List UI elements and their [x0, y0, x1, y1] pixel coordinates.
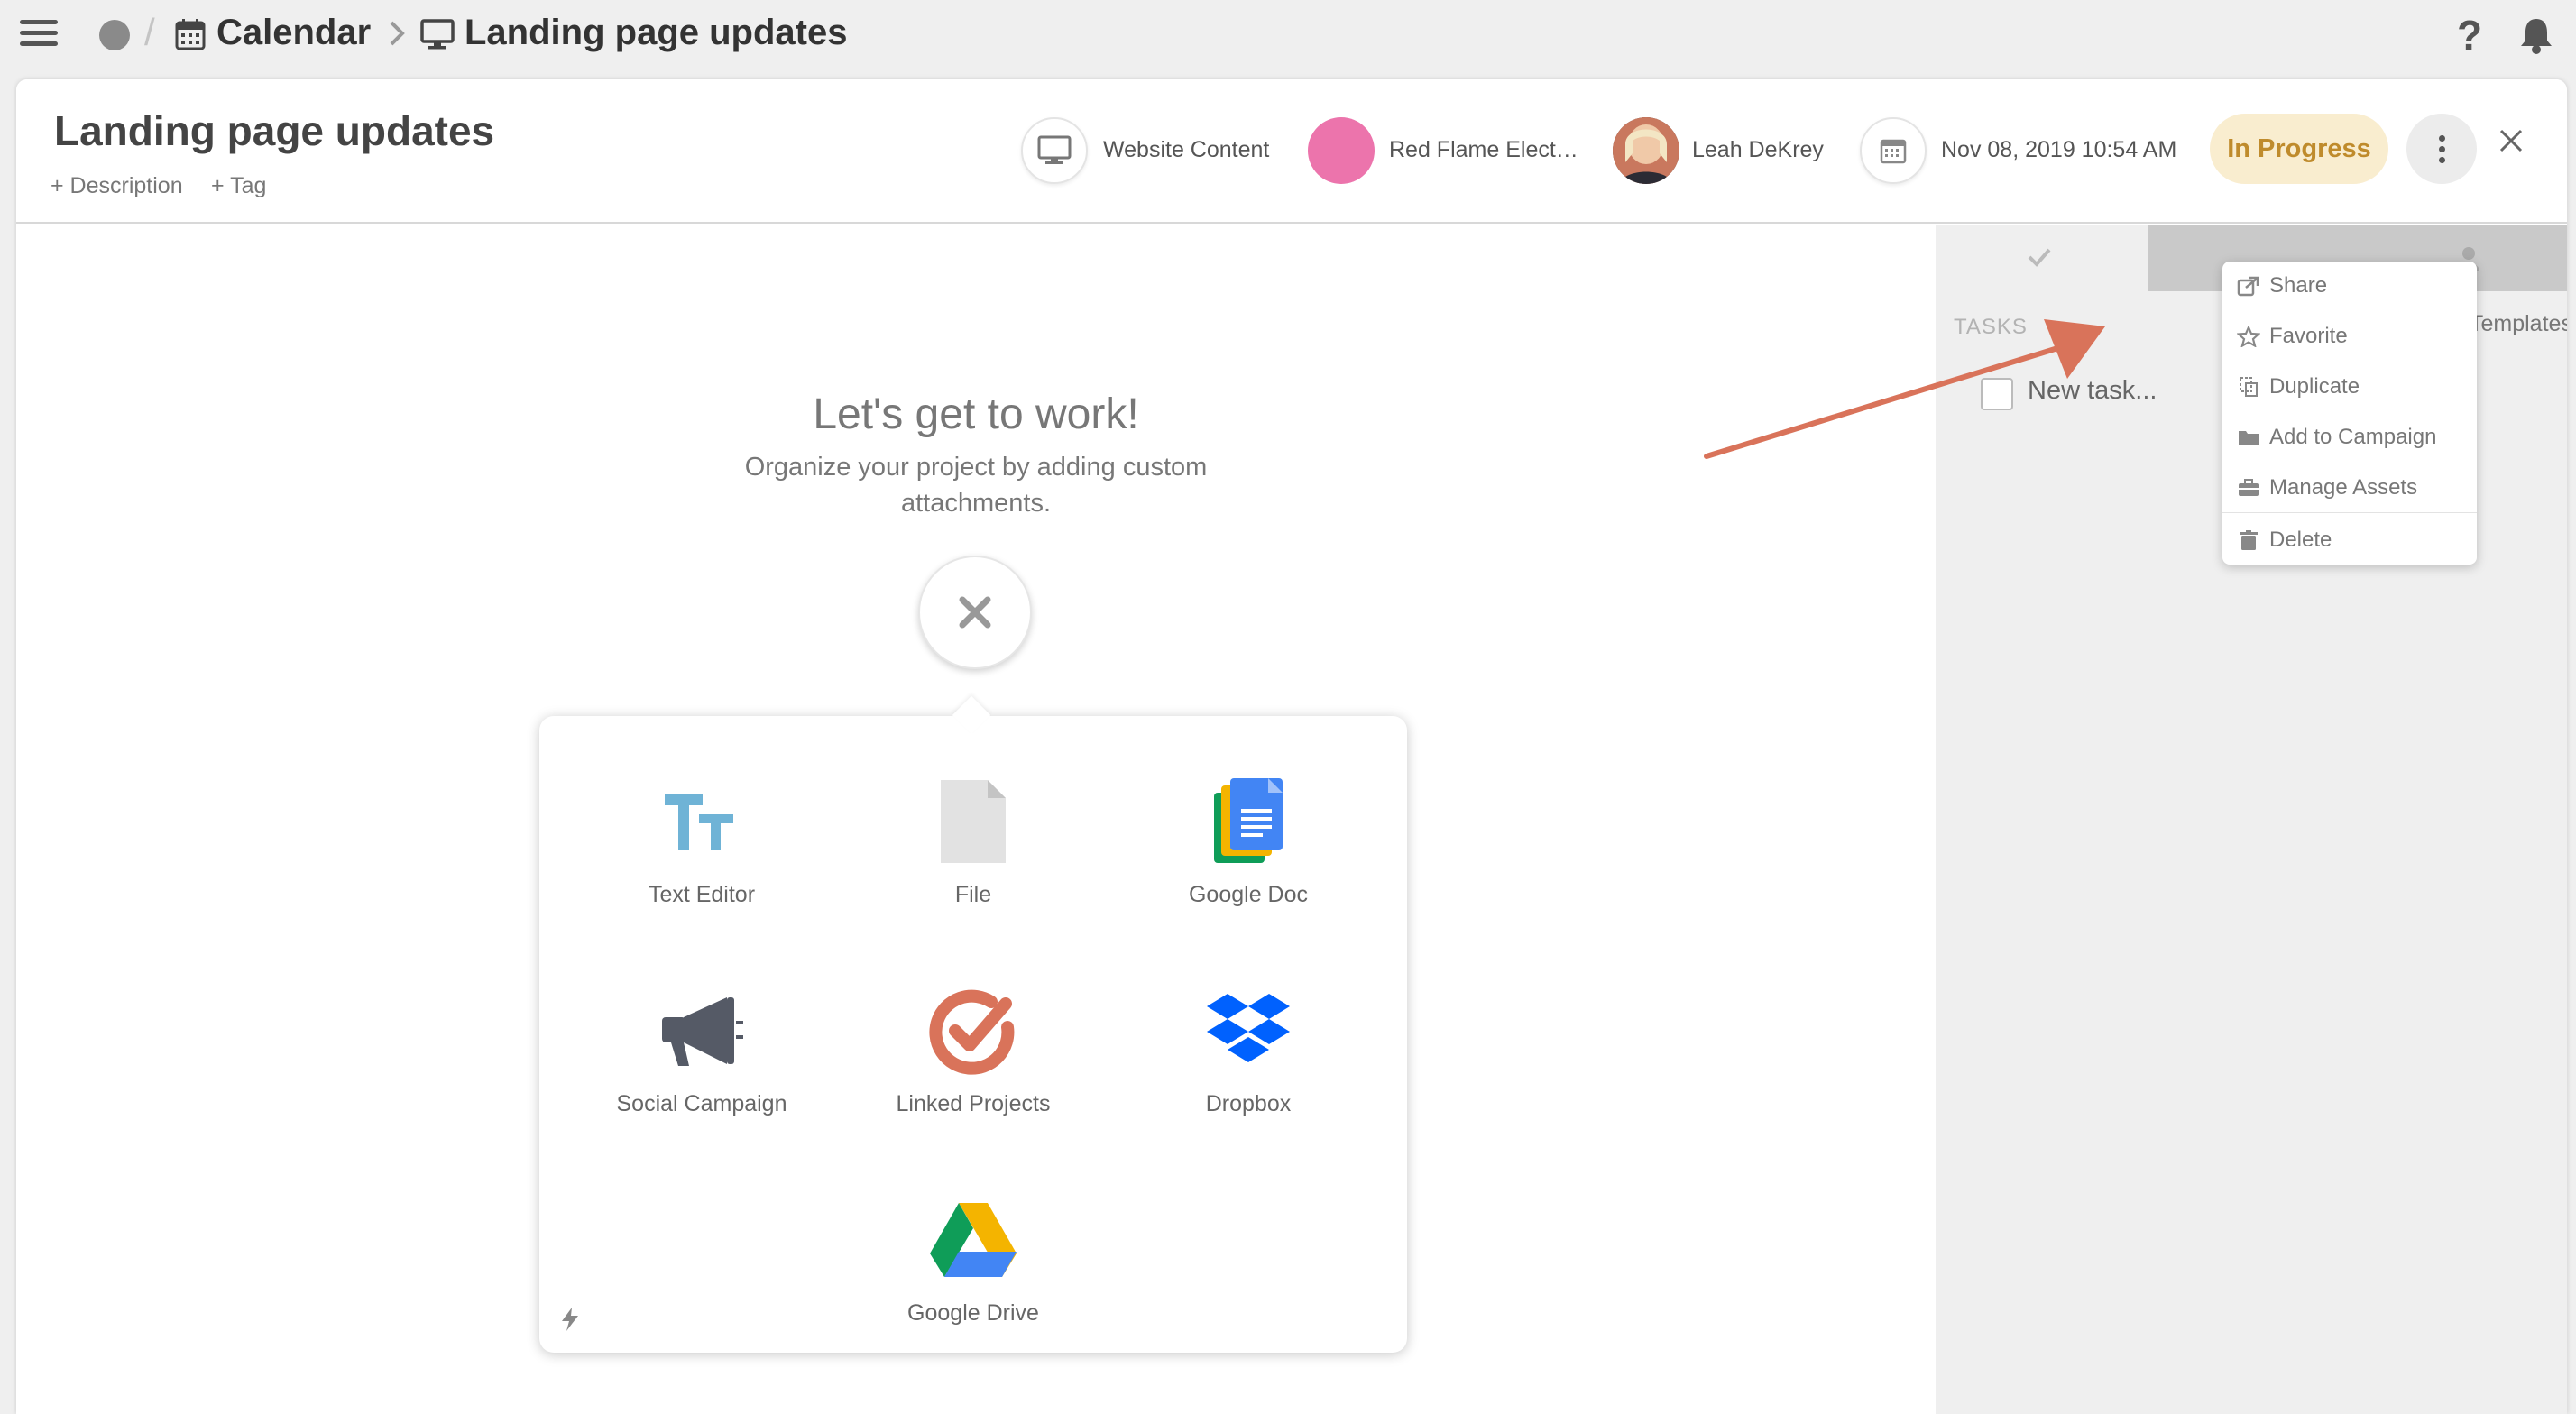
annotation-arrow [1704, 319, 2105, 459]
menu-item-share[interactable]: Share [2222, 262, 2477, 310]
duplicate-icon [2240, 377, 2258, 397]
lightning-icon[interactable] [559, 1306, 581, 1333]
breadcrumb-calendar[interactable]: Calendar [216, 13, 371, 53]
menu-item-add-to-campaign[interactable]: Add to Campaign [2222, 413, 2477, 462]
monitor-icon [1037, 135, 1072, 164]
menu-item-duplicate[interactable]: Duplicate [2222, 363, 2477, 411]
attachment-google-drive[interactable]: Google Drive [838, 1190, 1109, 1327]
help-icon[interactable]: ? [2457, 11, 2482, 60]
client-color-dot[interactable] [1308, 117, 1375, 184]
attachment-text-editor[interactable]: Text Editor [566, 772, 837, 908]
project-options-menu: Share Favorite Duplicate Add to Campaign… [2222, 262, 2477, 565]
status-badge[interactable]: In Progress [2210, 114, 2388, 184]
megaphone-icon [662, 997, 743, 1066]
checklist-icon[interactable] [2026, 244, 2053, 271]
file-icon [941, 780, 1006, 863]
google-drive-icon [930, 1203, 1017, 1277]
due-date-label[interactable]: Nov 08, 2019 10:54 AM [1941, 137, 2176, 163]
chevron-right-icon [390, 21, 405, 46]
templates-link[interactable]: Templates [2470, 311, 2567, 337]
calendar-icon [1880, 139, 1907, 164]
workspace-avatar[interactable] [99, 20, 130, 50]
monitor-icon [420, 19, 455, 50]
top-bar: / Calendar Landing page updates ? [0, 0, 2576, 74]
attachment-social-campaign[interactable]: Social Campaign [566, 981, 837, 1117]
calendar-icon [175, 19, 206, 50]
assignee-avatar[interactable] [1613, 117, 1679, 184]
trash-icon [2240, 530, 2258, 550]
hamburger-menu-icon[interactable] [20, 20, 58, 47]
menu-item-favorite[interactable]: Favorite [2222, 312, 2477, 361]
add-tag-link[interactable]: + Tag [211, 173, 266, 199]
google-doc-icon [1214, 778, 1283, 863]
bell-icon[interactable] [2518, 16, 2554, 54]
linked-projects-icon [929, 989, 1015, 1075]
client-label[interactable]: Red Flame Elect… [1389, 137, 1578, 163]
more-options-icon[interactable] [2406, 114, 2477, 184]
project-header: Landing page updates + Description + Tag… [16, 79, 2567, 224]
attachment-linked-projects[interactable]: Linked Projects [838, 981, 1109, 1117]
star-icon [2237, 326, 2260, 347]
menu-item-delete[interactable]: Delete [2222, 516, 2477, 565]
share-icon [2237, 276, 2259, 297]
dropbox-icon [1207, 994, 1290, 1062]
content-type-label[interactable]: Website Content [1103, 137, 1269, 163]
due-date-button[interactable] [1860, 117, 1927, 184]
assignee-label[interactable]: Leah DeKrey [1692, 137, 1824, 163]
empty-state-subtitle: Organize your project by adding custom a… [744, 453, 1208, 518]
close-icon[interactable] [2498, 128, 2524, 153]
text-editor-icon [665, 794, 733, 850]
menu-item-manage-assets[interactable]: Manage Assets [2222, 464, 2477, 512]
content-type-button[interactable] [1021, 117, 1088, 184]
attachments-popover: Text Editor File Google Doc Social Campa… [539, 716, 1407, 1353]
project-title[interactable]: Landing page updates [54, 106, 494, 155]
breadcrumb-current-page: Landing page updates [465, 13, 848, 52]
attachment-dropbox[interactable]: Dropbox [1113, 981, 1384, 1117]
add-description-link[interactable]: + Description [51, 173, 183, 199]
close-icon [959, 596, 991, 629]
empty-state-title: Let's get to work! [813, 390, 1139, 438]
menu-divider [2222, 512, 2477, 513]
attachment-file[interactable]: File [838, 772, 1109, 908]
project-card: Landing page updates + Description + Tag… [16, 79, 2567, 1414]
close-attachments-button[interactable] [918, 556, 1032, 669]
attachment-google-doc[interactable]: Google Doc [1113, 772, 1384, 908]
breadcrumb-separator: / [144, 11, 155, 53]
briefcase-icon [2239, 479, 2259, 496]
folder-icon [2239, 431, 2259, 445]
